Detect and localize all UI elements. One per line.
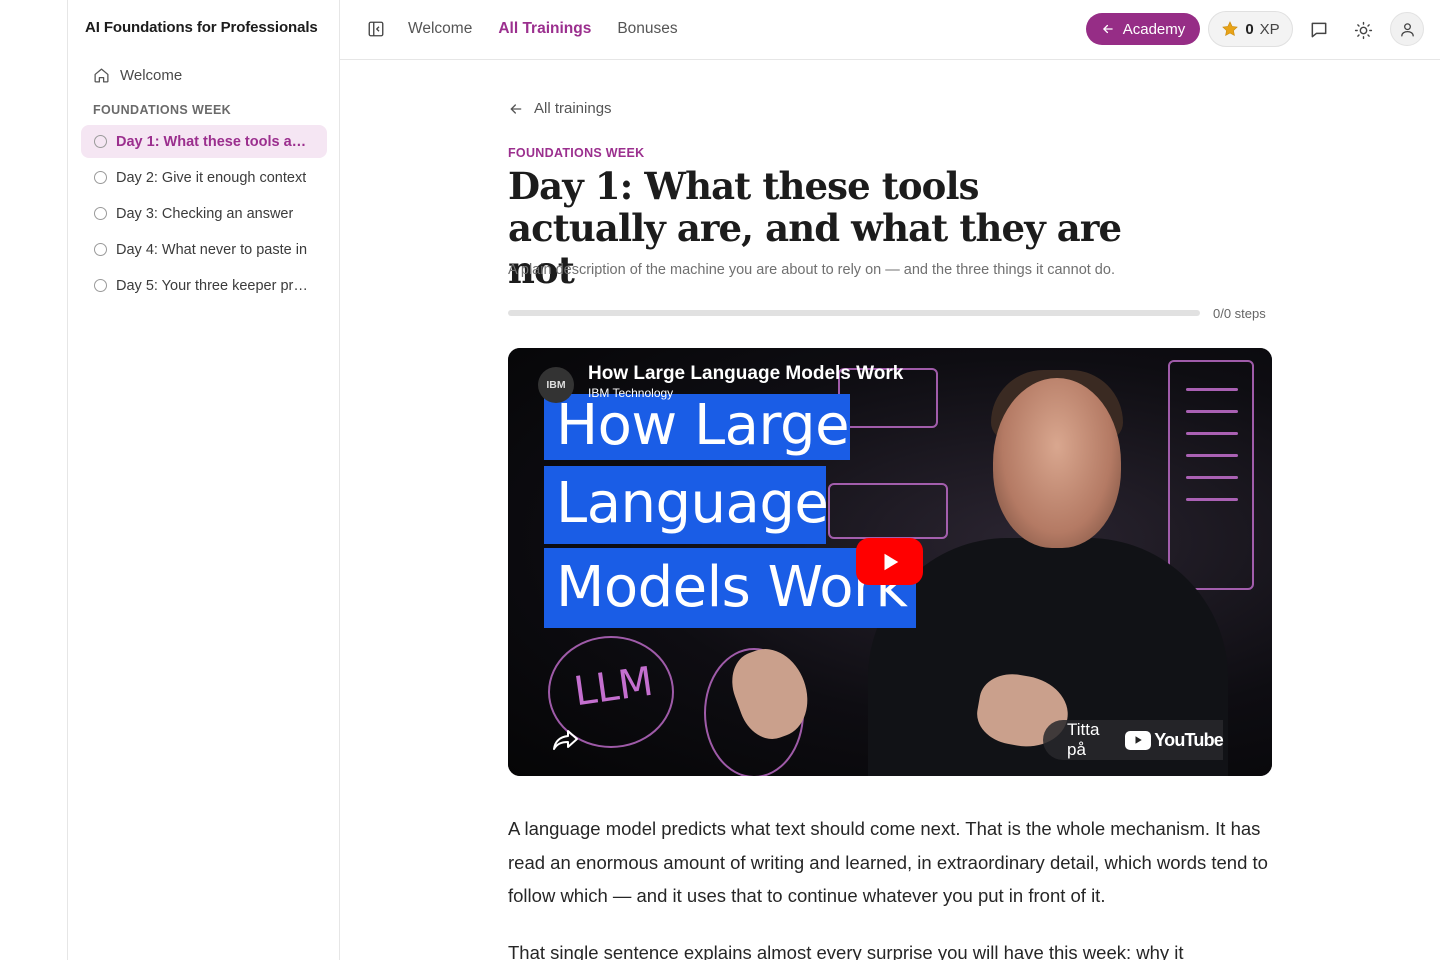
xp-unit: XP [1259,20,1280,38]
sidebar-item-label: Day 4: What never to paste in [116,241,308,258]
chat-icon [1311,22,1327,38]
progress-bar [508,310,1200,316]
share-button[interactable] [552,728,580,752]
chat-button[interactable] [1304,15,1334,45]
channel-avatar[interactable]: IBM [538,367,574,403]
top-nav: Welcome All Trainings Bonuses [408,20,678,38]
sidebar-title: AI Foundations for Professionals [85,19,318,36]
user-icon [1400,22,1414,37]
watch-on-youtube-button[interactable]: Titta på YouTube [1043,720,1224,760]
video-header: IBM How Large Language Models Work IBM T… [538,362,903,403]
status-circle-icon [94,243,107,256]
share-icon [553,730,578,750]
sidebar-item-label: Day 1: What these tools actually are, an… [116,133,314,150]
academy-button-label: Academy [1122,20,1186,38]
status-circle-icon [94,135,107,148]
thumbnail-text: Models Work [556,555,908,620]
presenter-head [993,378,1121,548]
panel-collapse-icon [368,21,384,37]
sidebar-item-label: Day 2: Give it enough context [116,169,307,186]
status-circle-icon [94,279,107,292]
sidebar-toggle-button[interactable] [367,20,385,38]
body-paragraph: That single sentence explains almost eve… [508,942,1184,960]
nav-link-bonuses[interactable]: Bonuses [617,20,677,38]
sidebar-item-label: Day 5: Your three keeper prompts [116,277,314,294]
theme-toggle-button[interactable] [1348,15,1378,45]
status-circle-icon [94,171,107,184]
video-title[interactable]: How Large Language Models Work [588,362,903,386]
doodle-document [1168,360,1254,590]
section-kicker: FOUNDATIONS WEEK [508,146,645,160]
video-embed[interactable]: LLM How Large Language Models Work IBM H… [508,348,1272,776]
doodle-line [1186,432,1238,435]
sidebar: AI Foundations for Professionals Welcome… [68,0,340,960]
doodle-line [1186,388,1238,391]
sidebar-welcome-label: Welcome [120,66,183,84]
page-subtitle: A plain description of the machine you a… [508,262,1115,278]
thumbnail-text: Language [556,471,829,536]
body-paragraph: A language model predicts what text shou… [508,818,1268,906]
youtube-logo-icon: YouTube [1125,729,1224,751]
video-channel[interactable]: IBM Technology [588,386,903,400]
thumbnail-title-line: Language [544,466,829,544]
star-icon [1222,21,1239,37]
play-icon [884,553,898,570]
nav-link-all-trainings[interactable]: All Trainings [498,20,591,38]
doodle-line [1186,410,1238,413]
sidebar-section-label: FOUNDATIONS WEEK [93,103,232,117]
thumbnail-title-line: How Large [544,394,850,460]
doodle-box [828,483,948,539]
xp-value: 0 [1245,20,1254,38]
back-link[interactable]: All trainings [508,100,612,117]
academy-button[interactable]: Academy [1086,13,1200,45]
progress-label: 0/0 steps [1213,306,1266,321]
app-root: AI Foundations for Professionals Welcome… [0,0,1440,960]
doodle-line [1186,454,1238,457]
youtube-wordmark: YouTube [1154,729,1224,750]
top-bar: Welcome All Trainings Bonuses Academy 0 … [340,0,1440,60]
sidebar-item-day-3[interactable]: Day 3: Checking an answer [81,197,327,230]
sidebar-item-label: Day 3: Checking an answer [116,205,294,222]
sidebar-item-day-5[interactable]: Day 5: Your three keeper prompts [81,269,327,302]
user-menu-button[interactable] [1390,12,1424,46]
doodle-line [1186,476,1238,479]
sidebar-item-welcome[interactable]: Welcome [81,62,327,88]
home-icon [94,67,109,83]
xp-badge[interactable]: 0 XP [1208,11,1293,47]
play-button[interactable] [856,538,923,585]
watch-on-label: Titta på [1067,720,1100,759]
nav-link-welcome[interactable]: Welcome [408,20,472,38]
sidebar-lesson-list: Day 1: What these tools actually are, an… [81,125,327,305]
arrow-left-icon [1103,24,1113,34]
status-circle-icon [94,207,107,220]
doodle-line [1186,498,1238,501]
left-gutter [0,0,68,960]
thumbnail-text: How Large [556,393,850,458]
back-link-label: All trainings [534,100,612,117]
sidebar-item-day-2[interactable]: Day 2: Give it enough context [81,161,327,194]
sun-icon [1354,21,1372,39]
arrow-left-icon [510,103,522,114]
sidebar-item-day-4[interactable]: Day 4: What never to paste in [81,233,327,266]
sidebar-item-day-1[interactable]: Day 1: What these tools actually are, an… [81,125,327,158]
